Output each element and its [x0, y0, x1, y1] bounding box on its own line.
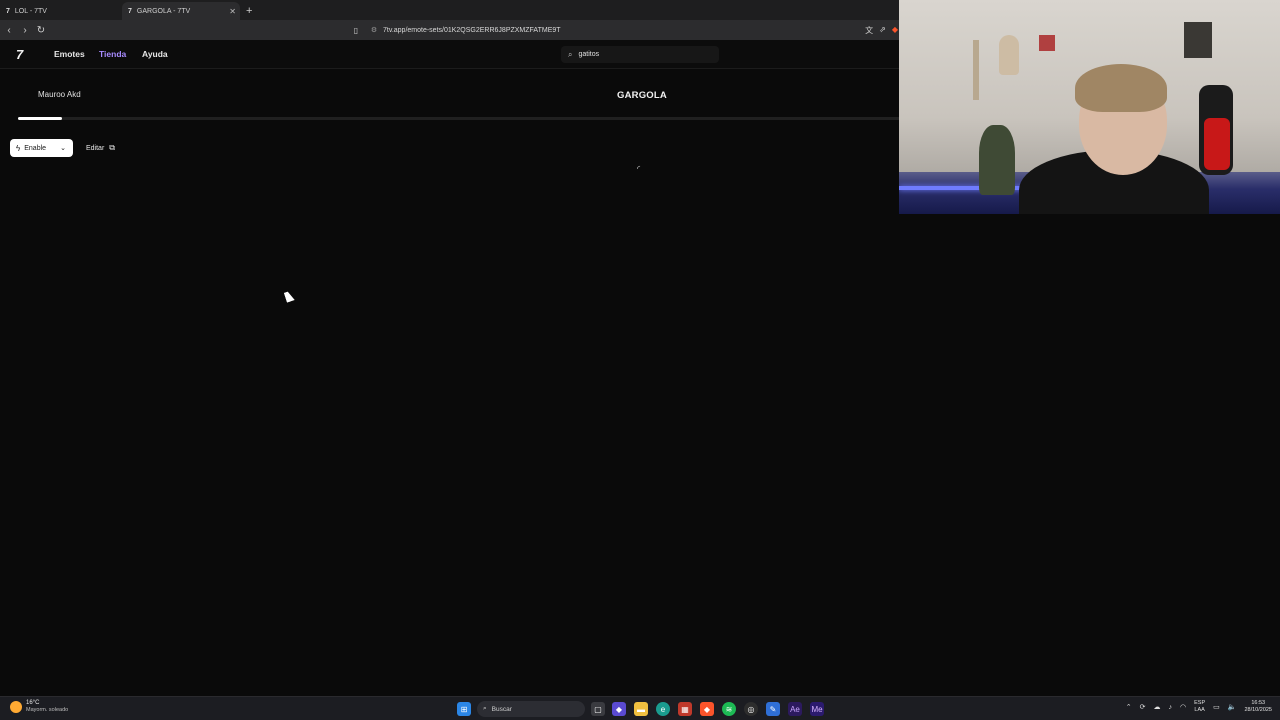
wall-decoration: [973, 40, 979, 100]
translate-icon[interactable]: 文: [865, 25, 873, 36]
weather-widget[interactable]: 16°C Mayorm. soleado: [10, 700, 68, 714]
loading-spinner-icon: ◜: [637, 164, 641, 173]
media-encoder-icon[interactable]: Me: [810, 702, 824, 716]
bolt-icon: ϟ: [16, 143, 21, 153]
set-title: GARGOLA: [617, 90, 667, 101]
search-icon: ⌕: [568, 49, 573, 59]
dreamcatcher: [999, 35, 1019, 75]
edge-icon[interactable]: e: [656, 702, 670, 716]
enable-button[interactable]: ϟ Enable ⌄: [10, 139, 73, 157]
system-tray: ⌃ ⟳ ☁ ♪ ◠ ESP LAA ▭ 🔈 16:53 28/10/2025: [1126, 700, 1272, 714]
microphone-light: [1204, 118, 1230, 170]
search-input[interactable]: ⌕ gatitos: [561, 46, 719, 63]
cloud-icon[interactable]: ☁: [1154, 703, 1161, 711]
tab-title: LOL - 7TV: [14, 7, 47, 15]
clock[interactable]: 16:53 28/10/2025: [1244, 700, 1272, 714]
browser-tab-strip: 7 LOL - 7TV 7 GARGOLA - 7TV ✕ +: [0, 0, 900, 20]
weather-temp: 16°C: [26, 700, 40, 706]
capacity-bar-fill: [18, 117, 63, 120]
nav-emotes[interactable]: Emotes: [54, 49, 85, 59]
windows-taskbar: 16°C Mayorm. soleado ⊞ ⌕ Buscar ▢ ◆ ▬ e …: [0, 696, 1280, 720]
taskbar-search[interactable]: ⌕ Buscar: [477, 701, 585, 717]
edit-button[interactable]: Editar ⧉: [80, 139, 124, 157]
led-strip: [899, 186, 1039, 190]
7tv-logo-icon[interactable]: 7: [16, 47, 23, 62]
after-effects-icon[interactable]: Ae: [788, 702, 802, 716]
store-icon[interactable]: ▦: [678, 702, 692, 716]
streamer-hair: [1075, 64, 1167, 112]
browser-toolbar: ‹ › ↻ ▯ ⚙ 7tv.app/emote-sets/01K2QSG2ERR…: [0, 20, 900, 40]
wall-painting: [1184, 22, 1212, 58]
back-icon[interactable]: ‹: [2, 23, 16, 37]
edit-label: Editar: [86, 144, 105, 152]
chevron-down-icon: ⌄: [60, 145, 66, 152]
tab-title: GARGOLA - 7TV: [136, 7, 191, 15]
edit-icon: ⧉: [109, 143, 116, 152]
language-code: ESP: [1194, 700, 1206, 706]
mic-icon[interactable]: ♪: [1169, 704, 1173, 711]
volume-icon[interactable]: 🔈: [1228, 703, 1237, 711]
language-indicator[interactable]: ESP LAA: [1194, 700, 1205, 714]
weather-sun-icon: [10, 701, 22, 713]
enable-label: Enable: [24, 144, 47, 152]
weather-condition: Mayorm. soleado: [26, 707, 69, 713]
mouse-cursor-icon: [284, 290, 295, 303]
7tv-favicon-icon: 7: [6, 7, 10, 15]
start-icon[interactable]: ⊞: [457, 702, 471, 716]
brave-shield-icon[interactable]: ◆: [892, 25, 898, 36]
file-explorer-icon[interactable]: ▬: [634, 702, 648, 716]
sync-icon[interactable]: ⟳: [1140, 703, 1146, 711]
reload-icon[interactable]: ↻: [34, 23, 48, 37]
webcam-overlay: [899, 0, 1280, 214]
wall-frame: [1039, 35, 1055, 51]
keyboard-layout: LAA: [1194, 707, 1205, 713]
forward-icon[interactable]: ›: [18, 23, 32, 37]
copilot-icon[interactable]: ◆: [612, 702, 626, 716]
site-info-icon[interactable]: ⚙: [368, 26, 380, 34]
share-icon[interactable]: ⇗: [879, 25, 886, 36]
browser-tab-lol[interactable]: 7 LOL - 7TV: [0, 2, 122, 20]
nav-store[interactable]: Tienda: [99, 49, 126, 59]
tab-close-icon[interactable]: ✕: [229, 7, 236, 16]
url-text[interactable]: 7tv.app/emote-sets/01K2QSG2ERR6J8PZXMZFA…: [383, 27, 561, 34]
browser-tab-gargola[interactable]: 7 GARGOLA - 7TV ✕: [122, 2, 240, 20]
nav-help[interactable]: Ayuda: [142, 49, 168, 59]
plant: [979, 125, 1015, 195]
task-view-icon[interactable]: ▢: [591, 702, 605, 716]
taskbar-search-placeholder: Buscar: [491, 705, 512, 713]
tray-overflow-icon[interactable]: ⌃: [1126, 703, 1132, 711]
capacity-bar: [18, 117, 900, 120]
clock-time: 16:53: [1251, 700, 1266, 706]
bookmark-icon[interactable]: ▯: [350, 26, 362, 35]
search-icon: ⌕: [483, 705, 487, 712]
spotify-icon[interactable]: ≋: [722, 702, 736, 716]
search-value[interactable]: gatitos: [578, 51, 599, 58]
address-bar[interactable]: ▯ ⚙ 7tv.app/emote-sets/01K2QSG2ERR6J8PZX…: [350, 22, 898, 38]
app-icon[interactable]: ✎: [766, 702, 780, 716]
new-tab-button[interactable]: +: [246, 2, 252, 20]
7tv-favicon-icon: 7: [128, 7, 132, 15]
app-header: 7 Emotes Tienda Ayuda ⌕ gatitos: [0, 40, 900, 69]
set-owner-name[interactable]: Mauroo Akd: [38, 90, 81, 99]
clock-date: 28/10/2025: [1244, 707, 1272, 713]
brave-icon[interactable]: ◆: [700, 702, 714, 716]
wifi-icon[interactable]: ◠: [1180, 703, 1186, 711]
network-icon[interactable]: ▭: [1213, 703, 1220, 711]
chrome-icon[interactable]: ◎: [744, 702, 758, 716]
